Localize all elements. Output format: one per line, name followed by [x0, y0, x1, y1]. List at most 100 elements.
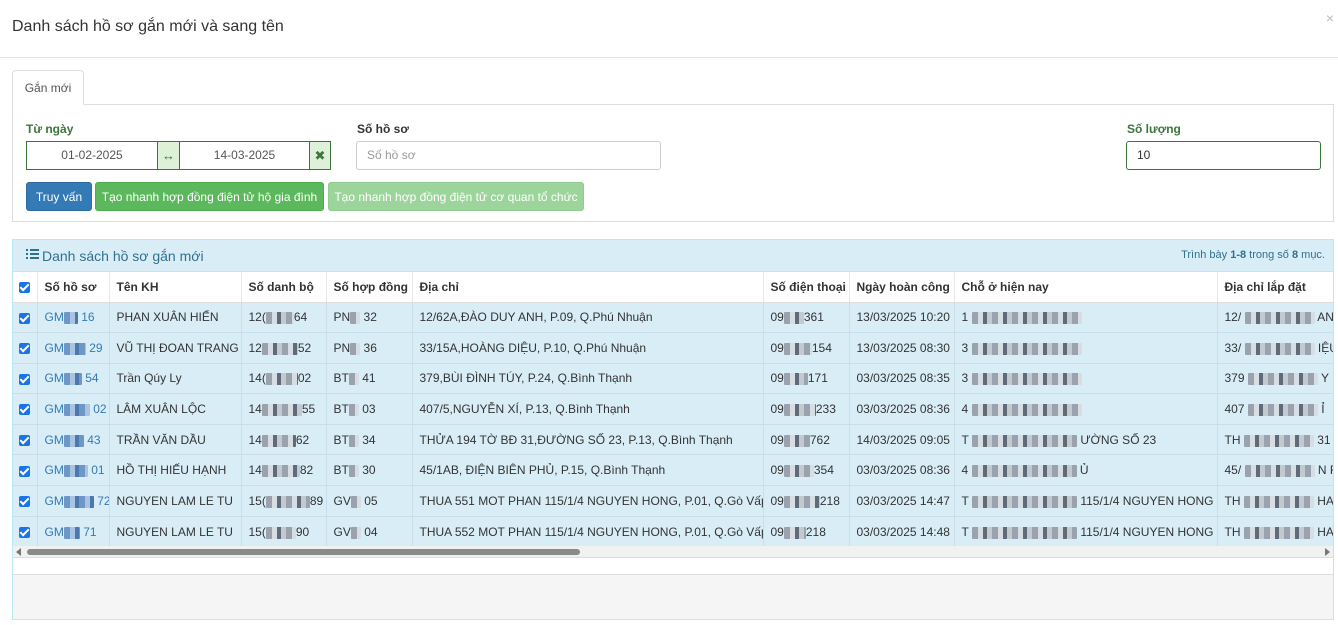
- qty-label: Số lượng: [1127, 122, 1181, 136]
- install-address: 407 Ỉ: [1217, 393, 1333, 425]
- table-row[interactable]: GM 43 TRẦN VĂN DẦU 14 62 BT 34 THỬA 194 TỜ BĐ…: [13, 423, 1333, 455]
- phone: 09 218: [763, 485, 850, 517]
- file-no-link[interactable]: GM 02: [37, 393, 110, 425]
- row-checkbox[interactable]: [13, 423, 38, 455]
- checkbox-checked-icon[interactable]: [19, 465, 31, 477]
- redacted-value: [971, 403, 1082, 416]
- records-table-wrapper: Số hồ sơ Tên KH Số danh bộ Số hợp đồng Đ…: [13, 272, 1333, 546]
- quick-org-contract-button[interactable]: Tạo nhanh hợp đồng điện tử cơ quan tổ ch…: [328, 182, 584, 211]
- col-header[interactable]: Số điện thoại: [763, 272, 850, 303]
- completion-date: 03/03/2025 08:35: [849, 362, 955, 394]
- table-row[interactable]: GM 29 VŨ THỊ ĐOAN TRANG 12 52 PN 36 33/15A,HO…: [13, 332, 1333, 364]
- redacted-value: [63, 342, 86, 355]
- checkbox-checked-icon[interactable]: [19, 404, 31, 416]
- row-checkbox[interactable]: [13, 362, 38, 394]
- from-date-input[interactable]: 01-02-2025: [26, 141, 158, 170]
- records-table: Số hồ sơ Tên KH Số danh bộ Số hợp đồng Đ…: [13, 272, 1333, 546]
- account-no: 14(02: [241, 362, 327, 394]
- clear-date-icon[interactable]: ✖: [309, 141, 331, 170]
- contract-no: PN 32: [326, 301, 413, 333]
- qty-input[interactable]: 10: [1126, 141, 1321, 170]
- current-residence: T 115/1/4 NGUYEN HONG: [954, 515, 1218, 546]
- redacted-value: [971, 312, 1082, 325]
- customer-name: Trần Qúy Ly: [109, 362, 242, 394]
- address: 379,BÙI ĐÌNH TÚY, P.24, Q.Bình Thạnh: [412, 362, 764, 394]
- account-no: 15(90: [241, 515, 327, 546]
- install-address: 33/ IỆU: [1217, 332, 1333, 364]
- current-residence: T 115/1/4 NGUYEN HONG: [954, 485, 1218, 517]
- select-all-checkbox[interactable]: [13, 272, 38, 303]
- table-row[interactable]: GM 71 NGUYEN LAM LE TU 15(90 GV 04 THUA 552 …: [13, 515, 1333, 546]
- checkbox-checked-icon[interactable]: [19, 312, 31, 324]
- file-no-link[interactable]: GM 01: [37, 454, 110, 486]
- phone: 09 154: [763, 332, 850, 364]
- table-row[interactable]: GM 02 LÂM XUÂN LỘC 14 55 BT 03 407/5,NGUYỄN X…: [13, 393, 1333, 425]
- completion-date: 13/03/2025 08:30: [849, 332, 955, 364]
- arrow-right-icon[interactable]: [1325, 548, 1330, 556]
- contract-no: GV 04: [326, 515, 413, 546]
- col-header[interactable]: Địa chỉ lắp đặt: [1217, 272, 1333, 303]
- phone: 09 361: [763, 301, 850, 333]
- redacted-value: [265, 373, 298, 386]
- col-header[interactable]: Ngày hoàn công: [849, 272, 955, 303]
- tab-gan-moi[interactable]: Gắn mới: [12, 70, 84, 105]
- checkbox-checked-icon[interactable]: [19, 435, 31, 446]
- table-row[interactable]: GM 01 HỒ THỊ HIẾU HẠNH 14 82 BT 30 45/1AB, ĐI…: [13, 454, 1333, 486]
- arrow-left-icon[interactable]: [16, 548, 21, 556]
- file-no-link[interactable]: GM 43: [37, 423, 110, 455]
- file-no-link[interactable]: GM 29: [37, 332, 110, 364]
- install-address: TH HA: [1217, 485, 1333, 517]
- row-checkbox[interactable]: [13, 301, 38, 333]
- col-header[interactable]: Số hồ sơ: [37, 272, 110, 303]
- phone: 09 762: [763, 423, 850, 455]
- table-row[interactable]: GM 72NGUYEN LAM LE TU15(89GV 05THUA 551 …: [13, 485, 1333, 517]
- quick-household-contract-button[interactable]: Tạo nhanh hợp đồng điện tử hộ gia đình: [95, 182, 324, 211]
- checkbox-checked-icon[interactable]: [19, 527, 31, 539]
- row-checkbox[interactable]: [13, 332, 38, 364]
- file-no-link[interactable]: GM 16: [37, 301, 110, 333]
- redacted-value: [348, 403, 359, 416]
- row-checkbox[interactable]: [13, 485, 38, 517]
- checkbox-checked-icon[interactable]: [19, 496, 31, 508]
- file-no-input[interactable]: Số hồ sơ: [356, 141, 661, 170]
- row-checkbox[interactable]: [13, 454, 38, 486]
- checkbox-checked-icon[interactable]: [19, 282, 31, 294]
- redacted-value: [971, 342, 1082, 355]
- redacted-value: [1243, 434, 1314, 447]
- scrollbar-thumb[interactable]: [27, 549, 580, 555]
- redacted-value: [783, 465, 814, 478]
- col-header[interactable]: Chỗ ở hiện nay: [954, 272, 1218, 303]
- col-header[interactable]: Số danh bộ: [241, 272, 327, 303]
- redacted-value: [1247, 403, 1318, 416]
- file-no-link[interactable]: GM 71: [37, 515, 110, 546]
- table-row[interactable]: GM 16 PHAN XUÂN HIỂN 12(64 PN 32 12/62A,ĐÀO …: [13, 301, 1333, 333]
- customer-name: VŨ THỊ ĐOAN TRANG: [109, 332, 242, 364]
- checkbox-checked-icon[interactable]: [19, 373, 31, 385]
- current-residence: 4: [954, 393, 1218, 425]
- file-no-link[interactable]: GM 54: [37, 362, 110, 394]
- to-date-input[interactable]: 14-03-2025: [179, 141, 310, 170]
- redacted-value: [1244, 465, 1315, 478]
- checkbox-checked-icon[interactable]: [19, 343, 31, 355]
- close-icon[interactable]: ×: [1326, 10, 1334, 26]
- customer-name: LÂM XUÂN LỘC: [109, 393, 242, 425]
- contract-no: PN 36: [326, 332, 413, 364]
- col-header[interactable]: Số hợp đồng: [326, 272, 413, 303]
- redacted-value: [1244, 312, 1315, 325]
- col-header[interactable]: Tên KH: [109, 272, 242, 303]
- table-row[interactable]: GM 54 Trần Qúy Ly 14(02 BT 41 379,BÙI ĐÌNH T…: [13, 362, 1333, 394]
- modal-header: Danh sách hồ sơ gắn mới và sang tên ×: [0, 0, 1338, 58]
- redacted-value: [63, 312, 78, 325]
- file-no-link[interactable]: GM 72: [37, 485, 110, 517]
- completion-date: 03/03/2025 08:36: [849, 454, 955, 486]
- row-checkbox[interactable]: [13, 515, 38, 546]
- col-header[interactable]: Địa chỉ: [412, 272, 764, 303]
- modal-title: Danh sách hồ sơ gắn mới và sang tên: [12, 18, 284, 35]
- redacted-value: [63, 373, 82, 386]
- query-button[interactable]: Truy vấn: [26, 182, 92, 211]
- redacted-value: [971, 373, 1082, 386]
- redacted-value: [348, 434, 359, 447]
- row-checkbox[interactable]: [13, 393, 38, 425]
- horizontal-scrollbar[interactable]: [13, 546, 1333, 558]
- contract-no: BT 03: [326, 393, 413, 425]
